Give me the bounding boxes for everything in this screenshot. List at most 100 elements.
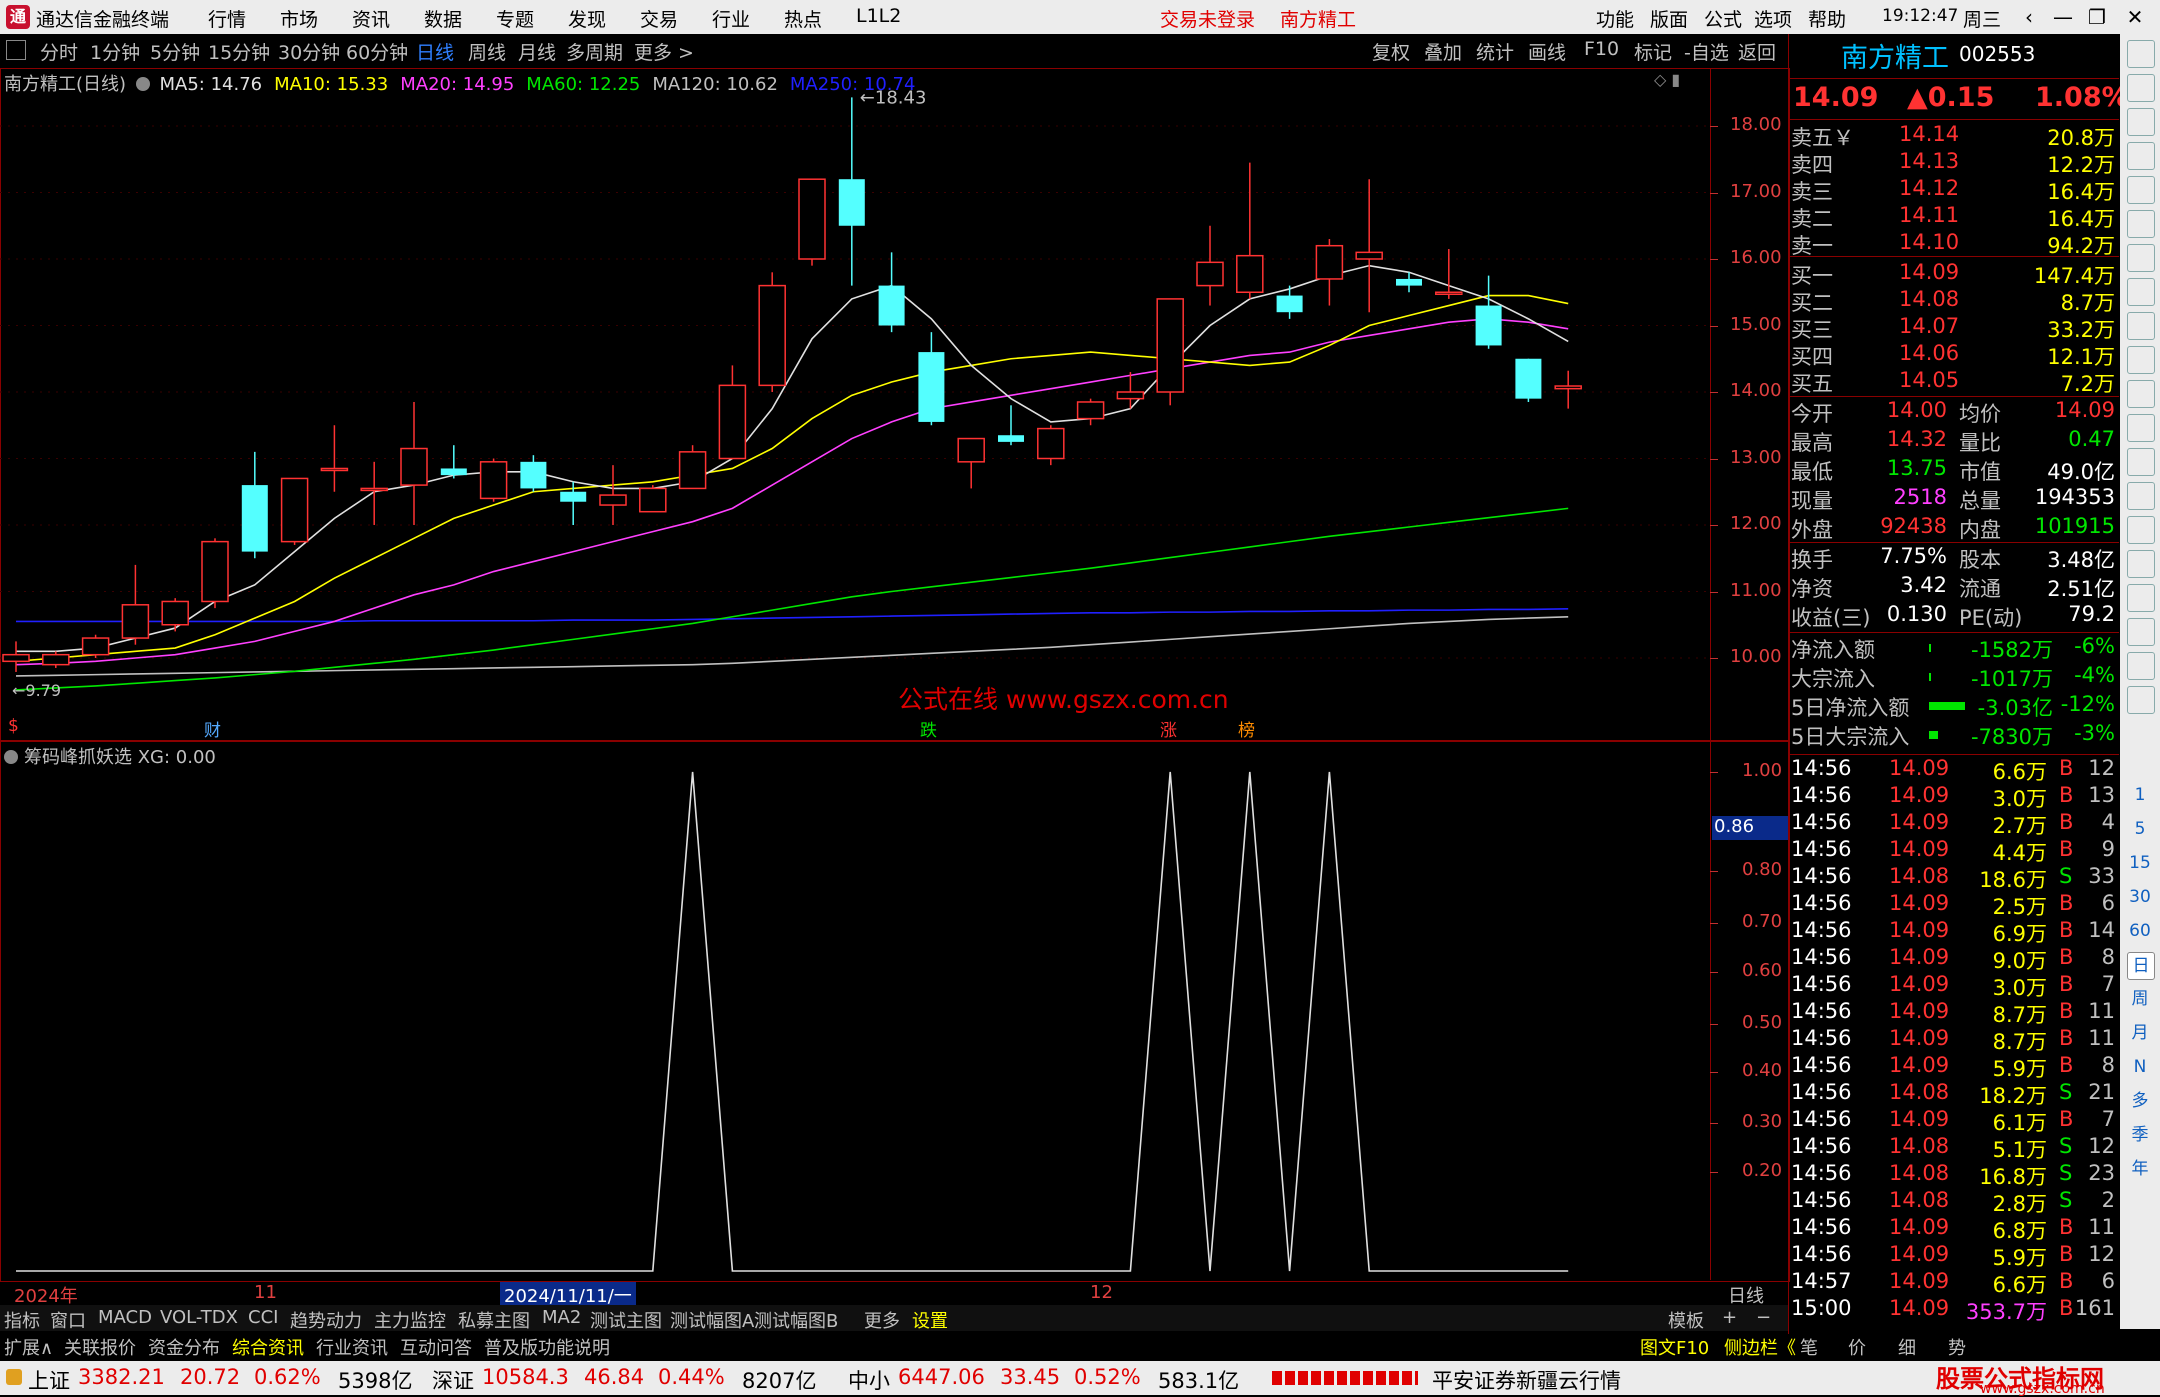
right-menu-item-3[interactable]: 选项 (1754, 5, 1792, 32)
candle[interactable] (520, 455, 547, 492)
status-tab-2[interactable]: 资金分布 (148, 1334, 220, 1360)
menu-item-5[interactable]: 发现 (568, 5, 606, 32)
bar-chart-icon[interactable] (2127, 244, 2155, 272)
f5-icon[interactable] (2127, 652, 2155, 680)
sidebar-period-7[interactable]: 月 (2127, 1020, 2153, 1046)
chart-icon[interactable] (2127, 210, 2155, 238)
move-icon[interactable] (2127, 584, 2155, 612)
candle[interactable] (360, 461, 388, 525)
indicator-tab-11[interactable]: 测试幅图B (754, 1307, 838, 1333)
down-arrow-icon[interactable] (2127, 108, 2155, 136)
table-icon[interactable] (2127, 176, 2155, 204)
clock-icon[interactable] (2127, 448, 2155, 476)
period-tab-2[interactable]: 5分钟 (150, 38, 200, 65)
period-tab-6[interactable]: 日线 (416, 38, 454, 65)
candle[interactable] (1076, 398, 1105, 426)
toggle-panel-icon[interactable] (6, 40, 26, 60)
period-tab-0[interactable]: 分时 (40, 38, 78, 65)
chart-tool-7[interactable]: 返回 (1738, 38, 1776, 65)
sidebar-period-0[interactable]: 1 (2127, 782, 2153, 808)
event-marker[interactable]: 涨 (1160, 716, 1177, 741)
sidebar-period-5[interactable]: 日 (2127, 952, 2155, 980)
candle[interactable] (479, 458, 508, 502)
candle[interactable] (639, 485, 667, 513)
login-status[interactable]: 交易未登录 (1160, 5, 1255, 32)
candle[interactable] (1156, 298, 1184, 406)
sidebar-period-2[interactable]: 15 (2127, 850, 2153, 876)
restore-icon[interactable]: ❐ (2080, 2, 2114, 32)
right-menu-item-0[interactable]: 功能 (1596, 5, 1634, 32)
ticker-menu-icon[interactable] (6, 1369, 22, 1385)
indicator-tab-4[interactable]: CCI (248, 1307, 278, 1328)
candle[interactable] (878, 252, 905, 333)
candle[interactable] (1037, 425, 1065, 466)
period-tab-4[interactable]: 30分钟 (278, 38, 340, 65)
status-tab-5[interactable]: 互动问答 (400, 1334, 472, 1360)
chart-tool-4[interactable]: F10 (1584, 38, 1619, 60)
period-tab-8[interactable]: 月线 (518, 38, 556, 65)
candle[interactable] (1435, 249, 1463, 299)
sidebar-period-4[interactable]: 60 (2127, 918, 2153, 944)
candle[interactable] (440, 445, 467, 479)
menu-item-4[interactable]: 专题 (496, 5, 534, 32)
sidebar-period-10[interactable]: 季 (2127, 1122, 2153, 1148)
back-icon[interactable]: ‹ (2012, 2, 2046, 32)
status-right-tab-5[interactable]: 势 (1948, 1334, 1966, 1360)
menu-item-2[interactable]: 资讯 (352, 5, 390, 32)
sidebar-period-6[interactable]: 周 (2127, 986, 2153, 1012)
indicator-tab-8[interactable]: MA2 (542, 1307, 581, 1328)
minimize-icon[interactable]: — (2046, 2, 2080, 32)
money-icon[interactable] (2127, 380, 2155, 408)
candle[interactable] (957, 437, 985, 489)
index-name[interactable]: 上证 (28, 1365, 70, 1395)
candle[interactable] (201, 538, 229, 609)
list-icon[interactable] (2127, 278, 2155, 306)
menu-item-1[interactable]: 市场 (280, 5, 318, 32)
candle[interactable] (1236, 162, 1264, 299)
chart-tool-0[interactable]: 复权 (1372, 38, 1410, 65)
event-marker[interactable]: 榜 (1238, 716, 1255, 741)
status-tab-3[interactable]: 综合资讯 (232, 1334, 304, 1360)
indicator-tab-6[interactable]: 主力监控 (374, 1307, 446, 1333)
candle[interactable] (918, 332, 945, 426)
right-menu-item-1[interactable]: 版面 (1650, 5, 1688, 32)
status-right-tab-0[interactable]: 图文F10 (1640, 1334, 1709, 1360)
status-tab-1[interactable]: 关联报价 (64, 1334, 136, 1360)
indicator-tab-12[interactable]: 更多 (864, 1307, 900, 1333)
status-right-tab-2[interactable]: 笔 (1800, 1334, 1818, 1360)
candle[interactable] (280, 477, 309, 545)
menu-item-6[interactable]: 交易 (640, 5, 678, 32)
menu-item-9[interactable]: L1L2 (856, 5, 901, 27)
period-tab-1[interactable]: 1分钟 (90, 38, 140, 65)
status-tab-6[interactable]: 普及版功能说明 (484, 1334, 610, 1360)
status-right-tab-3[interactable]: 价 (1848, 1334, 1866, 1360)
grid-icon[interactable] (2127, 686, 2155, 714)
index-name[interactable]: 中小 (848, 1365, 890, 1395)
indicator-tab-7[interactable]: 私募主图 (458, 1307, 530, 1333)
candle[interactable] (121, 564, 150, 645)
right-menu-item-4[interactable]: 帮助 (1808, 5, 1846, 32)
right-menu-item-2[interactable]: 公式 (1704, 5, 1742, 32)
candle[interactable] (718, 365, 747, 460)
candle[interactable] (1475, 275, 1502, 349)
index-name[interactable]: 深证 (432, 1365, 474, 1395)
sidebar-period-9[interactable]: 多 (2127, 1088, 2153, 1114)
period-tab-3[interactable]: 15分钟 (208, 38, 270, 65)
candle[interactable] (241, 451, 268, 559)
template-tab-0[interactable]: 模板 (1668, 1307, 1704, 1333)
indicator-tab-13[interactable]: 设置 (912, 1307, 948, 1333)
period-tab-7[interactable]: 周线 (468, 38, 506, 65)
status-right-tab-4[interactable]: 细 (1898, 1334, 1916, 1360)
indicator-tab-2[interactable]: MACD (98, 1307, 152, 1328)
exit-icon[interactable] (2127, 40, 2155, 68)
template-tab-1[interactable]: + (1722, 1307, 1737, 1328)
candle[interactable] (81, 634, 110, 658)
chart-tool-2[interactable]: 统计 (1476, 38, 1514, 65)
sidebar-period-8[interactable]: N (2127, 1054, 2153, 1080)
candle[interactable] (1196, 225, 1224, 306)
period-tab-5[interactable]: 60分钟 (346, 38, 408, 65)
menu-item-3[interactable]: 数据 (424, 5, 462, 32)
candle[interactable] (758, 272, 786, 392)
candle[interactable] (1515, 358, 1542, 402)
indicator-tab-5[interactable]: 趋势动力 (290, 1307, 362, 1333)
